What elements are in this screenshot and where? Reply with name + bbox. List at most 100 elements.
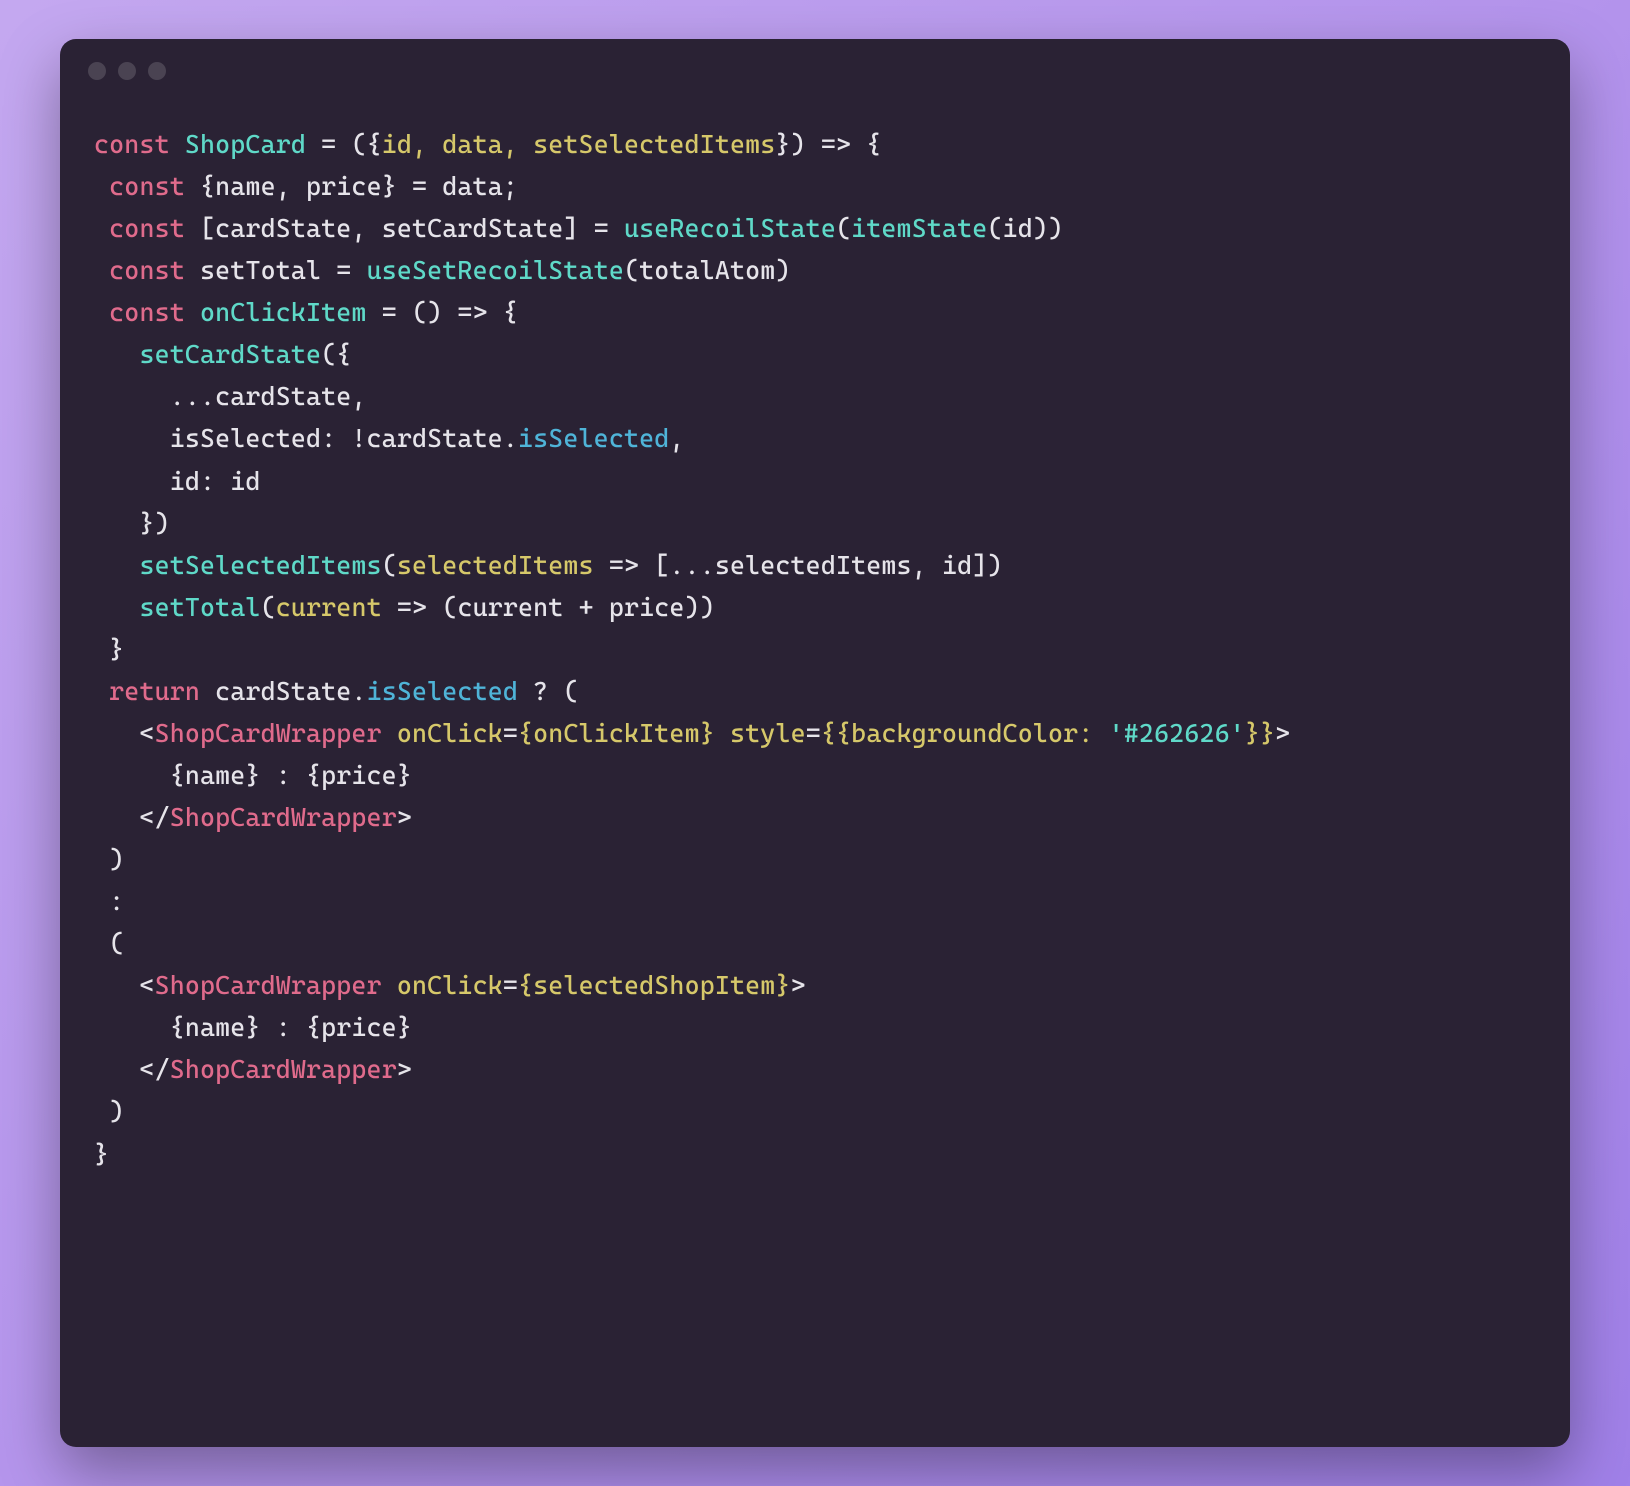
code-token: itemState (851, 213, 987, 243)
code-token: selectedItems (397, 550, 594, 580)
code-line: }) (94, 502, 1536, 544)
code-token: useSetRecoilState (367, 255, 624, 285)
code-token: ShopCardWrapper (155, 970, 382, 1000)
code-line: </ShopCardWrapper> (94, 1048, 1536, 1090)
code-token: = (503, 970, 518, 1000)
code-token: {name} : {price} (94, 1012, 412, 1042)
code-token (94, 297, 109, 327)
code-token (382, 718, 397, 748)
code-line: } (94, 628, 1536, 670)
code-token: '#262626' (1109, 718, 1245, 748)
code-token: = ({ (306, 129, 382, 159)
code-line: setCardState({ (94, 333, 1536, 375)
code-token: id: id (94, 466, 261, 496)
code-token: = () => { (367, 297, 518, 327)
code-token (382, 970, 397, 1000)
code-token: {onClickItem} (518, 718, 715, 748)
code-token: < (94, 970, 155, 1000)
code-token: ShopCard (185, 129, 306, 159)
code-token (94, 592, 139, 622)
code-token (94, 255, 109, 285)
code-window: const ShopCard = ({id, data, setSelected… (60, 39, 1570, 1447)
code-token: ShopCardWrapper (155, 718, 382, 748)
code-token (715, 718, 730, 748)
code-token: setCardState (139, 339, 321, 369)
code-token: </ (94, 1054, 170, 1084)
code-token: }} (1245, 718, 1275, 748)
code-token: const (109, 171, 200, 201)
code-line: const onClickItem = () => { (94, 291, 1536, 333)
code-token (94, 213, 109, 243)
code-token: < (94, 718, 155, 748)
code-line: return cardState.isSelected ? ( (94, 670, 1536, 712)
code-line: <ShopCardWrapper onClick={onClickItem} s… (94, 712, 1536, 754)
code-token (94, 676, 109, 706)
code-token: ) (94, 1096, 124, 1126)
code-line: : (94, 880, 1536, 922)
code-line: <ShopCardWrapper onClick={selectedShopIt… (94, 964, 1536, 1006)
code-token: = (503, 718, 518, 748)
minimize-icon[interactable] (118, 62, 136, 80)
code-line: const ShopCard = ({id, data, setSelected… (94, 123, 1536, 165)
code-token: {selectedShopItem} (518, 970, 791, 1000)
code-token: (id)) (987, 213, 1063, 243)
code-token: {{backgroundColor: (821, 718, 1109, 748)
code-token: ( (94, 928, 124, 958)
code-token: }) (94, 508, 170, 538)
code-token: cardState. (215, 676, 366, 706)
code-line: } (94, 1133, 1536, 1175)
maximize-icon[interactable] (148, 62, 166, 80)
code-token: ( (382, 550, 397, 580)
code-line: setTotal(current => (current + price)) (94, 586, 1536, 628)
code-token: const (109, 213, 200, 243)
code-token (94, 339, 139, 369)
code-token: onClick (397, 718, 503, 748)
code-token: useRecoilState (624, 213, 836, 243)
code-line: {name} : {price} (94, 1006, 1536, 1048)
code-token: ? ( (518, 676, 579, 706)
code-token: {name} : {price} (94, 760, 412, 790)
code-line: ) (94, 1090, 1536, 1132)
code-token: ( (261, 592, 276, 622)
code-line: </ShopCardWrapper> (94, 796, 1536, 838)
code-line: const [cardState, setCardState] = useRec… (94, 207, 1536, 249)
code-token: setTotal (139, 592, 260, 622)
code-token: ({ (321, 339, 351, 369)
code-token: onClickItem (200, 297, 367, 327)
code-token: > (397, 802, 412, 832)
code-token: </ (94, 802, 170, 832)
code-token: ( (836, 213, 851, 243)
code-line: ...cardState, (94, 375, 1536, 417)
code-line: setSelectedItems(selectedItems => [...se… (94, 544, 1536, 586)
code-token: } (94, 634, 124, 664)
code-token (94, 171, 109, 201)
code-token: > (1275, 718, 1290, 748)
code-token: = (806, 718, 821, 748)
code-token: [cardState, setCardState] = (200, 213, 624, 243)
code-token: isSelected (518, 423, 669, 453)
code-token: const (94, 129, 185, 159)
code-token: , (669, 423, 684, 453)
close-icon[interactable] (88, 62, 106, 80)
code-token: : (94, 886, 124, 916)
code-token: setSelectedItems (139, 550, 381, 580)
code-token: {name, price} = data; (200, 171, 518, 201)
code-token: } (94, 1139, 109, 1169)
code-token: return (109, 676, 215, 706)
code-token: > (397, 1054, 412, 1084)
code-token: onClick (397, 970, 503, 1000)
code-token: isSelected: !cardState. (94, 423, 518, 453)
code-line: ) (94, 838, 1536, 880)
code-token: ShopCardWrapper (170, 802, 397, 832)
code-token: const (109, 255, 200, 285)
window-titlebar (60, 39, 1570, 103)
code-line: id: id (94, 460, 1536, 502)
code-token: ) (94, 844, 124, 874)
code-line: {name} : {price} (94, 754, 1536, 796)
code-token: (totalAtom) (624, 255, 791, 285)
code-token: style (730, 718, 806, 748)
code-token: }) => { (775, 129, 881, 159)
code-token: current (276, 592, 382, 622)
code-token: => [...selectedItems, id]) (594, 550, 1003, 580)
code-token: => (current + price)) (382, 592, 715, 622)
